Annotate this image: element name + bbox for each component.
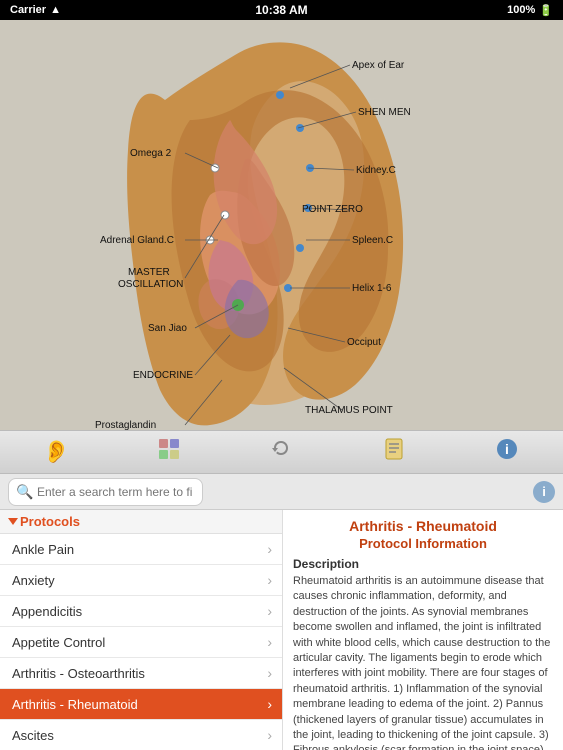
svg-text:MASTER: MASTER <box>128 267 170 278</box>
protocol-label-appetite-control: Appetite Control <box>12 635 105 650</box>
ear-diagram: Apex of Ear SHEN MEN Omega 2 Kidney.C PO… <box>0 20 563 430</box>
info-icon: i <box>495 437 519 467</box>
svg-text:San Jiao: San Jiao <box>148 323 187 334</box>
protocol-item-ascites[interactable]: Ascites › <box>0 720 282 750</box>
svg-text:ENDOCRINE: ENDOCRINE <box>133 370 193 381</box>
svg-text:Kidney.C: Kidney.C <box>356 165 396 176</box>
svg-text:Spleen.C: Spleen.C <box>352 235 393 246</box>
protocols-panel: Protocols Ankle Pain›Anxiety›Appendiciti… <box>0 510 283 750</box>
tab-info[interactable]: i <box>450 431 563 473</box>
info-section-label: Description <box>293 557 553 571</box>
chevron-icon: › <box>267 541 272 557</box>
protocol-label-arthritis-osteo: Arthritis - Osteoarthritis <box>12 666 145 681</box>
signal-icon: ▲ <box>50 4 61 16</box>
grid-icon <box>157 437 181 467</box>
chevron-icon: › <box>267 634 272 650</box>
search-input[interactable] <box>8 478 203 506</box>
chevron-icon: › <box>267 603 272 619</box>
svg-text:Adrenal Gland.C: Adrenal Gland.C <box>100 235 174 246</box>
ear-icon: 👂 <box>43 439 70 465</box>
tab-grid[interactable] <box>113 431 226 473</box>
search-bar: 🔍 i <box>0 474 563 510</box>
protocols-list: Ankle Pain›Anxiety›Appendicitis›Appetite… <box>0 534 282 750</box>
protocol-item-appendicitis[interactable]: Appendicitis › <box>0 596 282 627</box>
chevron-icon: › <box>267 696 272 712</box>
protocol-item-anxiety[interactable]: Anxiety › <box>0 565 282 596</box>
svg-text:SHEN MEN: SHEN MEN <box>358 107 411 118</box>
svg-text:i: i <box>505 441 509 457</box>
protocols-label: Protocols <box>20 514 80 529</box>
tab-bar: 👂 <box>0 430 563 474</box>
protocol-item-appetite-control[interactable]: Appetite Control › <box>0 627 282 658</box>
info-title: Arthritis - Rheumatoid <box>293 518 553 534</box>
chevron-icon: › <box>267 572 272 588</box>
info-panel: Arthritis - Rheumatoid Protocol Informat… <box>283 510 563 750</box>
collapse-triangle[interactable] <box>8 518 18 525</box>
info-body: Rheumatoid arthritis is an autoimmune di… <box>293 574 553 750</box>
main-content: Protocols Ankle Pain›Anxiety›Appendiciti… <box>0 510 563 750</box>
svg-text:Prostaglandin: Prostaglandin <box>95 420 156 430</box>
battery-icon: 🔋 <box>539 4 553 17</box>
svg-text:OSCILLATION: OSCILLATION <box>118 279 183 290</box>
svg-text:POINT ZERO: POINT ZERO <box>302 204 363 215</box>
protocol-label-appendicitis: Appendicitis <box>12 604 82 619</box>
protocol-label-anxiety: Anxiety <box>12 573 55 588</box>
protocol-label-ascites: Ascites <box>12 728 54 743</box>
chevron-icon: › <box>267 665 272 681</box>
search-info-button[interactable]: i <box>533 481 555 503</box>
svg-text:Omega 2: Omega 2 <box>130 148 172 159</box>
tab-refresh[interactable] <box>225 431 338 473</box>
svg-text:Occiput: Occiput <box>347 337 381 348</box>
info-subtitle: Protocol Information <box>293 536 553 551</box>
svg-text:THALAMUS POINT: THALAMUS POINT <box>305 405 393 416</box>
time-label: 10:38 AM <box>255 3 307 17</box>
protocol-label-arthritis-rheum: Arthritis - Rheumatoid <box>12 697 138 712</box>
tab-ear[interactable]: 👂 <box>0 431 113 473</box>
status-bar: Carrier ▲ 10:38 AM 100% 🔋 <box>0 0 563 20</box>
svg-text:Apex of Ear: Apex of Ear <box>352 60 405 71</box>
chevron-icon: › <box>267 727 272 743</box>
refresh-icon <box>269 437 293 467</box>
battery-label: 100% <box>507 4 535 16</box>
protocol-item-arthritis-rheum[interactable]: Arthritis - Rheumatoid › <box>0 689 282 720</box>
svg-text:Helix 1-6: Helix 1-6 <box>352 283 392 294</box>
carrier-label: Carrier <box>10 4 46 16</box>
protocols-header: Protocols <box>0 510 282 534</box>
protocol-item-arthritis-osteo[interactable]: Arthritis - Osteoarthritis › <box>0 658 282 689</box>
protocol-item-ankle-pain[interactable]: Ankle Pain › <box>0 534 282 565</box>
tab-notes[interactable] <box>338 431 451 473</box>
search-wrapper: 🔍 <box>8 478 527 506</box>
protocol-label-ankle-pain: Ankle Pain <box>12 542 74 557</box>
notes-icon <box>382 437 406 467</box>
